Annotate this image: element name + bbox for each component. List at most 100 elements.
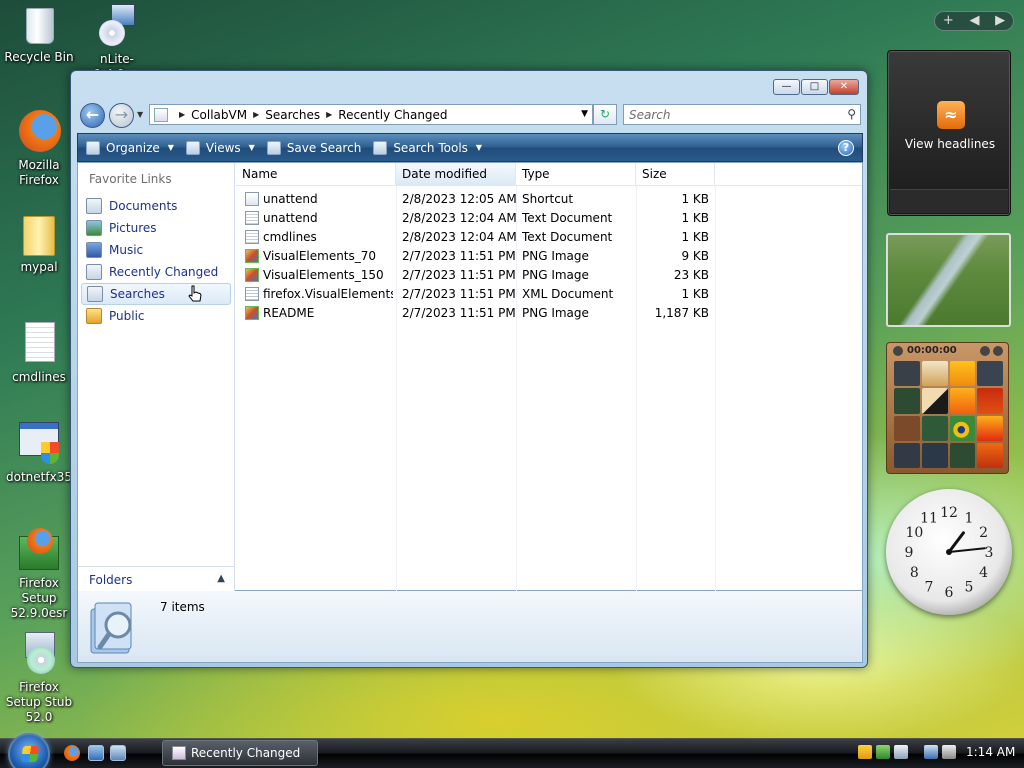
file-row[interactable]: firefox.VisualElements... 2/7/2023 11:51… bbox=[236, 285, 862, 304]
maximize-button[interactable]: □ bbox=[801, 79, 828, 95]
desktop-icon-firefox-setup-esr[interactable]: Firefox Setup 52.9.0esr bbox=[0, 528, 78, 621]
folders-toggle[interactable]: Folders ▲ bbox=[78, 566, 234, 592]
file-size: 9 KB bbox=[681, 249, 709, 263]
clock-numeral: 2 bbox=[979, 525, 988, 541]
file-row[interactable]: cmdlines 2/8/2023 12:04 AM Text Document… bbox=[236, 228, 862, 247]
favorite-link-music[interactable]: Music bbox=[81, 239, 231, 261]
search-tools-button[interactable]: Search Tools ▼ bbox=[373, 140, 482, 155]
taskbar-button-recently-changed[interactable]: Recently Changed bbox=[162, 740, 318, 766]
column-header-type[interactable]: Type bbox=[516, 163, 636, 186]
file-name: firefox.VisualElements... bbox=[263, 287, 393, 301]
folder-icon bbox=[17, 212, 61, 256]
clock-hour-hand bbox=[947, 531, 965, 554]
clock-time[interactable]: 1:14 AM bbox=[966, 745, 1015, 759]
puzzle-tile[interactable] bbox=[921, 388, 948, 414]
help-icon[interactable]: ? bbox=[838, 140, 854, 156]
file-row[interactable]: unattend 2/8/2023 12:05 AM Shortcut 1 KB bbox=[236, 190, 862, 209]
clock-numeral: 8 bbox=[910, 565, 919, 581]
start-button[interactable] bbox=[8, 733, 50, 768]
breadcrumb-recently-changed[interactable]: Recently Changed bbox=[338, 108, 447, 122]
desktop-icon-cmdlines[interactable]: cmdlines bbox=[0, 322, 78, 385]
puzzle-tile[interactable] bbox=[977, 388, 1003, 414]
breadcrumb-separator-icon[interactable]: ▶ bbox=[253, 110, 259, 119]
puzzle-tile[interactable] bbox=[921, 442, 948, 468]
puzzle-tile[interactable] bbox=[977, 361, 1003, 387]
puzzle-tile[interactable] bbox=[894, 415, 920, 441]
puzzle-tile[interactable] bbox=[949, 361, 976, 387]
desktop-icon-recycle-bin[interactable]: Recycle Bin bbox=[0, 4, 78, 65]
favorite-link-pictures[interactable]: Pictures bbox=[81, 217, 231, 239]
back-button[interactable]: ← bbox=[80, 103, 105, 128]
clock-gadget[interactable]: 12 1 2 3 4 5 6 7 8 9 10 11 bbox=[886, 489, 1012, 615]
slideshow-gadget[interactable] bbox=[886, 233, 1011, 327]
save-search-button[interactable]: Save Search bbox=[266, 140, 361, 155]
quicklaunch-switch-windows-icon[interactable] bbox=[110, 745, 126, 761]
file-row[interactable]: VisualElements_70 2/7/2023 11:51 PM PNG … bbox=[236, 247, 862, 266]
forward-button[interactable]: → bbox=[109, 103, 134, 128]
favorite-link-searches[interactable]: Searches bbox=[81, 283, 231, 305]
close-button[interactable]: ✕ bbox=[829, 79, 859, 95]
puzzle-tile[interactable] bbox=[921, 361, 948, 387]
chevron-up-icon: ▲ bbox=[217, 573, 225, 584]
security-warning-icon[interactable] bbox=[858, 745, 872, 759]
organize-button[interactable]: Organize ▼ bbox=[86, 140, 174, 155]
windows-logo-icon bbox=[20, 746, 40, 762]
favorite-links-list: Documents Pictures Music Recently Change… bbox=[81, 195, 231, 327]
puzzle-tile[interactable] bbox=[949, 442, 976, 468]
minimize-button[interactable]: — bbox=[773, 79, 800, 95]
file-row[interactable]: VisualElements_150 2/7/2023 11:51 PM PNG… bbox=[236, 266, 862, 285]
breadcrumb-separator-icon[interactable]: ▶ bbox=[179, 110, 185, 119]
desktop-icon-label: dotnetfx35 bbox=[6, 470, 72, 484]
file-row[interactable]: README 2/7/2023 11:51 PM PNG Image 1,187… bbox=[236, 304, 862, 323]
favorite-link-documents[interactable]: Documents bbox=[81, 195, 231, 217]
file-type: Text Document bbox=[522, 211, 613, 225]
puzzle-tile[interactable] bbox=[894, 442, 920, 468]
column-header-name[interactable]: Name bbox=[236, 163, 396, 186]
file-row[interactable]: unattend 2/8/2023 12:04 AM Text Document… bbox=[236, 209, 862, 228]
column-header-size[interactable]: Size bbox=[636, 163, 715, 186]
desktop-icon-firefox[interactable]: Mozilla Firefox bbox=[0, 110, 78, 188]
network-icon[interactable] bbox=[924, 745, 938, 759]
favorite-link-label: Recently Changed bbox=[109, 265, 219, 279]
quicklaunch-show-desktop-icon[interactable] bbox=[88, 745, 104, 761]
volume-muted-icon[interactable] bbox=[942, 745, 956, 759]
puzzle-tile[interactable] bbox=[977, 415, 1003, 441]
quicklaunch-firefox-icon[interactable] bbox=[64, 745, 80, 761]
refresh-button[interactable]: ↻ bbox=[593, 104, 617, 125]
breadcrumb-separator-icon[interactable]: ▶ bbox=[326, 110, 332, 119]
search-icon[interactable]: ⚲ bbox=[847, 107, 856, 121]
search-input[interactable]: Search ⚲ bbox=[623, 104, 861, 125]
puzzle-tile[interactable] bbox=[894, 361, 920, 387]
picture-puzzle-gadget[interactable]: 00:00:00 bbox=[886, 342, 1009, 474]
favorite-link-recently-changed[interactable]: Recently Changed bbox=[81, 261, 231, 283]
puzzle-show-icon[interactable] bbox=[993, 346, 1003, 356]
file-type: XML Document bbox=[522, 287, 614, 301]
desktop-icon-firefox-setup-stub[interactable]: Firefox Setup Stub 52.0 bbox=[0, 632, 78, 725]
previous-icon[interactable]: ◀ bbox=[969, 12, 979, 30]
sidebar-icon[interactable] bbox=[894, 745, 908, 759]
puzzle-tile[interactable] bbox=[949, 415, 976, 441]
desktop-icon-mypal[interactable]: mypal bbox=[0, 212, 78, 275]
puzzle-tile[interactable] bbox=[921, 415, 948, 441]
desktop-icon-dotnetfx35[interactable]: dotnetfx35 bbox=[0, 422, 78, 485]
puzzle-tile[interactable] bbox=[977, 442, 1003, 468]
puzzle-tile[interactable] bbox=[894, 388, 920, 414]
recent-pages-dropdown[interactable]: ▼ bbox=[137, 110, 143, 119]
puzzle-tile[interactable] bbox=[949, 388, 976, 414]
favorite-link-public[interactable]: Public bbox=[81, 305, 231, 327]
column-header-date-modified[interactable]: Date modified bbox=[396, 163, 516, 186]
windows-defender-icon[interactable] bbox=[876, 745, 890, 759]
add-gadget-icon[interactable]: + bbox=[943, 12, 954, 30]
puzzle-help-icon[interactable] bbox=[980, 346, 990, 356]
views-icon bbox=[185, 140, 200, 155]
views-button[interactable]: Views ▼ bbox=[185, 140, 255, 155]
clock-numeral: 1 bbox=[965, 510, 974, 526]
address-bar[interactable]: ▶ CollabVM ▶ Searches ▶ Recently Changed… bbox=[149, 104, 593, 125]
file-date: 2/7/2023 11:51 PM bbox=[402, 249, 516, 263]
file-name: VisualElements_70 bbox=[263, 249, 377, 263]
address-dropdown-icon[interactable]: ▼ bbox=[581, 109, 588, 119]
breadcrumb-searches[interactable]: Searches bbox=[265, 108, 320, 122]
breadcrumb-collabvm[interactable]: CollabVM bbox=[191, 108, 247, 122]
feed-headlines-gadget[interactable]: ≈ View headlines bbox=[887, 50, 1011, 216]
next-icon[interactable]: ▶ bbox=[995, 12, 1005, 30]
